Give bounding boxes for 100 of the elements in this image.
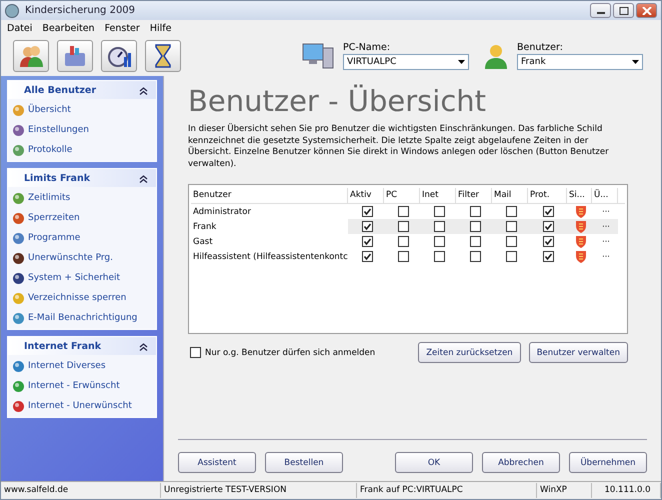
sidebar-link[interactable]: E-Mail Benachrichtigung (28, 313, 138, 323)
toolbar-button[interactable] (13, 40, 49, 72)
details-button[interactable]: ··· (592, 237, 618, 246)
user-icon (483, 42, 509, 70)
checkbox[interactable] (398, 251, 408, 262)
menu-item[interactable]: Bearbeiten (42, 22, 95, 34)
checkbox[interactable] (506, 221, 516, 232)
collapse-icon[interactable] (139, 342, 148, 350)
details-button[interactable]: ··· (592, 207, 618, 216)
status-text: WinXP (537, 483, 592, 498)
action-button[interactable]: Benutzer verwalten (528, 342, 628, 363)
column-header[interactable]: Si... (567, 188, 592, 202)
dialog-button[interactable]: Übernehmen (569, 452, 647, 473)
user-label: Benutzer: (517, 42, 564, 53)
pc-name-dropdown[interactable]: VIRTUALPC (343, 54, 469, 70)
sidebar-link[interactable]: Einstellungen (28, 125, 90, 135)
sidebar-link[interactable]: Verzeichnisse sperren (28, 293, 126, 303)
sidebar-link[interactable]: Zeitlimits (28, 193, 70, 203)
action-button[interactable]: Bestellen (265, 452, 343, 473)
column-header[interactable]: Benutzer (191, 188, 348, 202)
table-cell-text: Administrator (192, 206, 252, 216)
column-header[interactable]: Ü... (592, 188, 618, 202)
checkbox[interactable] (434, 221, 444, 232)
table-cell-text: Gast (192, 236, 214, 246)
sidebar-link[interactable]: Internet Diverses (28, 361, 106, 371)
user-dropdown[interactable]: Frank (517, 54, 643, 70)
status-text: Frank auf PC:VIRTUALPC (357, 483, 537, 498)
checkbox[interactable] (434, 236, 444, 247)
column-header[interactable]: Aktiv (348, 188, 384, 202)
checkbox[interactable] (470, 236, 480, 247)
shield-icon (576, 206, 586, 218)
close-icon (642, 6, 652, 14)
close-button[interactable] (636, 3, 657, 18)
window-title: Kindersicherung 2009 (25, 5, 136, 16)
dialog-button[interactable]: Abbrechen (482, 452, 560, 473)
sidebar-link[interactable]: System + Sicherheit (28, 273, 120, 283)
sidebar-link[interactable]: Internet - Erwünscht (28, 381, 120, 391)
column-header[interactable]: Prot. (528, 188, 567, 202)
description-text: In dieser Übersicht sehen Sie pro Benutzer die wichtigsten Einschränkungen. Das farbliche Schild kennzeichnet die gesetzte Systemsicherheit. Die letzte Spalte zeigt abgelaufene Zeiten in der Übersicht. Einzelne Benutzer können Sie direkt in Windows anlegen oder löschen (Button Benutzer verwalten). (188, 124, 610, 170)
collapse-icon[interactable] (139, 174, 148, 182)
sidebar-link[interactable]: Internet - Unerwünscht (28, 401, 132, 411)
toolbar-button[interactable] (145, 40, 181, 72)
minimize-button[interactable] (590, 3, 611, 18)
pc-name-label: PC-Name: (343, 42, 392, 53)
details-button[interactable]: ··· (592, 252, 618, 261)
column-header[interactable]: Filter (456, 188, 492, 202)
status-text: 10.111.0.0 (592, 483, 661, 498)
table-row[interactable]: Hilfeassistent (Hilfeassistentenkontc ··· (191, 249, 625, 264)
checkbox[interactable] (362, 251, 372, 262)
panel-header[interactable]: Limits Frank (8, 169, 156, 187)
toolbar-button[interactable] (57, 40, 93, 72)
column-header[interactable]: Mail (492, 188, 528, 202)
checkbox[interactable] (506, 251, 516, 262)
page-heading: Benutzer - Übersicht (188, 84, 488, 118)
caret-icon (632, 60, 639, 64)
checkbox[interactable] (543, 221, 554, 232)
sidebar-link[interactable]: Sperrzeiten (28, 213, 80, 223)
checkbox[interactable] (434, 251, 444, 262)
checkbox[interactable] (543, 251, 554, 262)
checkbox[interactable] (506, 206, 516, 217)
toolbar-button[interactable] (101, 40, 137, 72)
checkbox[interactable] (434, 206, 444, 217)
checkbox[interactable] (543, 206, 554, 217)
sidebar-link[interactable]: Unerwünschte Prg. (28, 253, 113, 263)
column-header[interactable]: PC (384, 188, 420, 202)
checkbox[interactable] (543, 236, 554, 247)
checkbox[interactable] (398, 236, 408, 247)
maximize-button[interactable] (613, 3, 634, 18)
sidebar-link[interactable]: Protokolle (28, 145, 72, 155)
checkbox[interactable] (470, 206, 480, 217)
dialog-button[interactable]: OK (395, 452, 473, 473)
checkbox[interactable] (362, 221, 372, 232)
menu-item[interactable]: Datei (7, 22, 32, 34)
action-button[interactable]: Zeiten zurücksetzen (418, 342, 521, 363)
column-header[interactable]: Inet (420, 188, 456, 202)
checkbox[interactable] (398, 221, 408, 232)
table-row[interactable]: Gast ··· (191, 234, 625, 249)
panel-header[interactable]: Alle Benutzer (8, 81, 156, 99)
action-button[interactable]: Assistent (178, 452, 256, 473)
checkbox[interactable] (362, 206, 372, 217)
collapse-icon[interactable] (139, 86, 148, 94)
app-menu-icon[interactable] (5, 4, 19, 18)
panel-header[interactable]: Internet Frank (8, 337, 156, 355)
checkbox[interactable] (398, 206, 408, 217)
checkbox[interactable] (470, 251, 480, 262)
status-text: Unregistrierte TEST-VERSION (161, 483, 357, 498)
sidebar-link[interactable]: Übersicht (28, 105, 71, 115)
checkbox[interactable] (190, 347, 201, 358)
checkbox[interactable] (362, 236, 372, 247)
shield-icon (576, 220, 586, 232)
panel-title: Internet Frank (24, 340, 102, 352)
menu-item[interactable]: Hilfe (150, 22, 172, 34)
checkbox-label: Nur o.g. Benutzer dürfen sich anmelden (205, 348, 376, 358)
checkbox[interactable] (506, 236, 516, 247)
table-row[interactable]: Administrator ··· (191, 204, 625, 219)
menu-item[interactable]: Fenster (104, 22, 140, 34)
details-button[interactable]: ··· (592, 222, 618, 231)
sidebar-link[interactable]: Programme (28, 233, 80, 243)
checkbox[interactable] (470, 221, 480, 232)
panel-title: Limits Frank (24, 172, 90, 184)
